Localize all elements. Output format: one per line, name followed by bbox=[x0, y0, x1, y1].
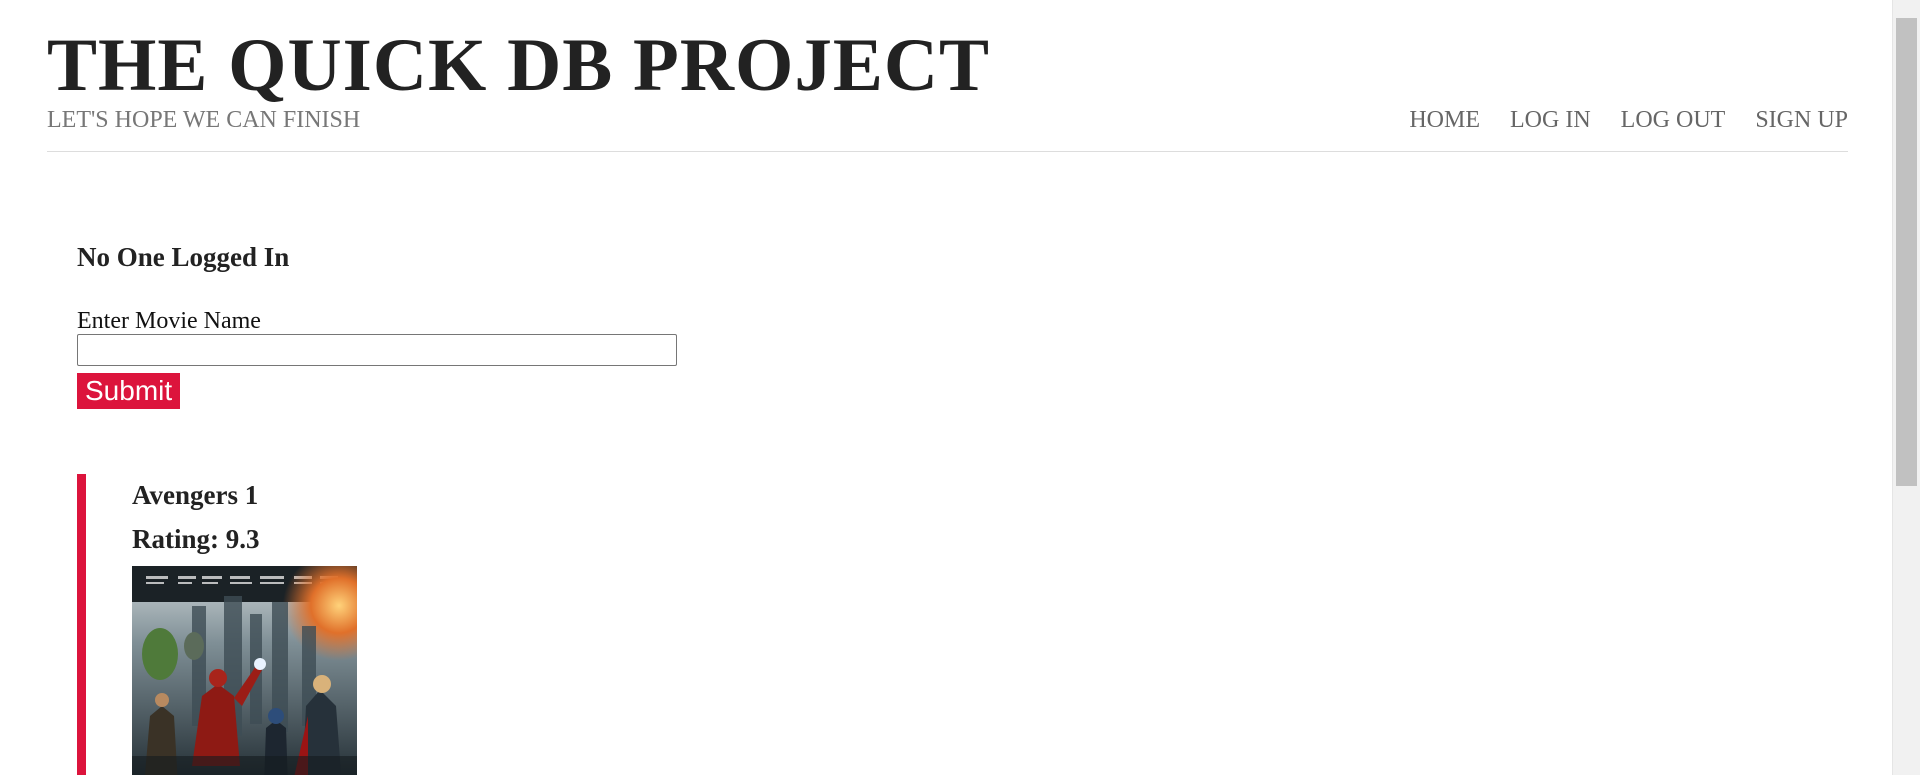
main-nav: HOME LOG IN LOG OUT SIGN UP bbox=[1409, 106, 1848, 134]
login-status: No One Logged In bbox=[77, 242, 290, 272]
movie-rating: Rating: 9.3 bbox=[132, 524, 260, 554]
movie-title: Avengers 1 bbox=[132, 480, 259, 510]
submit-button[interactable]: Submit bbox=[77, 373, 181, 409]
poster-artwork bbox=[132, 566, 357, 775]
nav-link-home[interactable]: HOME bbox=[1409, 106, 1480, 134]
movie-name-label: Enter Movie Name bbox=[77, 308, 261, 334]
nav-link-log-in[interactable]: LOG IN bbox=[1510, 106, 1591, 134]
scrollbar-thumb[interactable] bbox=[1896, 18, 1917, 486]
site-title: THE QUICK DB PROJECT bbox=[47, 24, 991, 107]
vertical-scrollbar[interactable] bbox=[1892, 0, 1920, 775]
site-header: THE QUICK DB PROJECT LET'S HOPE WE CAN F… bbox=[47, 0, 1848, 152]
nav-link-sign-up[interactable]: SIGN UP bbox=[1755, 106, 1848, 134]
site-subtitle: LET'S HOPE WE CAN FINISH bbox=[47, 107, 361, 133]
main-content: No One Logged In Enter Movie Name Submit… bbox=[77, 230, 677, 775]
page: THE QUICK DB PROJECT LET'S HOPE WE CAN F… bbox=[0, 0, 1920, 775]
movie-name-input[interactable] bbox=[77, 334, 677, 366]
movie-search-form: Enter Movie Name Submit bbox=[77, 308, 687, 409]
nav-link-log-out[interactable]: LOG OUT bbox=[1621, 106, 1726, 134]
movie-poster-image bbox=[132, 566, 357, 775]
movie-card: Avengers 1 Rating: 9.3 bbox=[77, 474, 686, 775]
